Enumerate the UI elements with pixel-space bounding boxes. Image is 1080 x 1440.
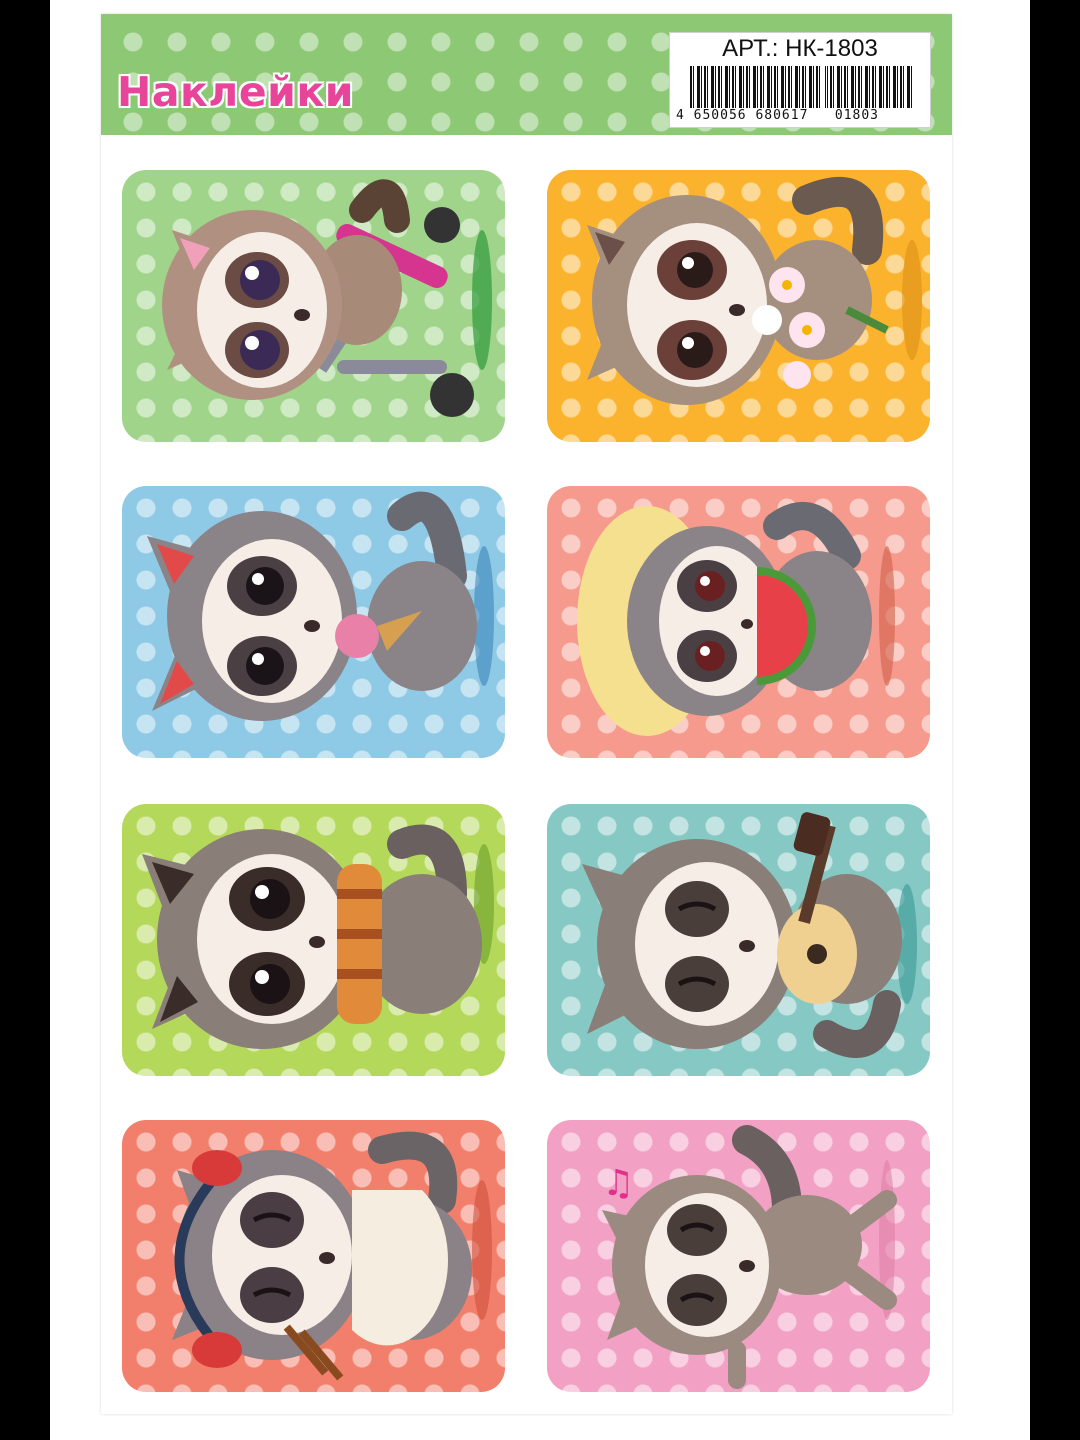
raccoon-noodles-icon (172, 1131, 492, 1381)
sticker-raccoon-watermelon[interactable] (547, 486, 930, 758)
right-bezel (1030, 0, 1080, 1440)
sticker-raccoon-scarf[interactable] (122, 804, 505, 1076)
raccoon-scarf-icon (142, 824, 494, 1049)
raccoon-ice-cream-icon (147, 491, 494, 721)
raccoon-guitar-icon (582, 812, 917, 1058)
sticker-raccoon-flowers[interactable] (547, 170, 930, 442)
sticker-raccoon-guitar[interactable] (547, 804, 930, 1076)
sticker-raccoon-scooter[interactable] (122, 170, 505, 442)
sticker-sheet: Наклейки АРТ.: НК-1803 4 650056 680617 0… (101, 14, 952, 1414)
header-banner: Наклейки АРТ.: НК-1803 4 650056 680617 0… (101, 14, 952, 135)
raccoon-watermelon-icon (577, 502, 895, 736)
music-note-icon: ♫ (602, 1163, 634, 1204)
sticker-raccoon-noodles[interactable] (122, 1120, 505, 1392)
product-label: АРТ.: НК-1803 4 650056 680617 01803 (669, 32, 931, 128)
left-bezel (0, 0, 50, 1440)
raccoon-flowers-icon (587, 176, 922, 405)
raccoon-scooter-icon (162, 179, 492, 417)
barcode-icon (690, 66, 912, 108)
sticker-raccoon-dancing[interactable]: ♫ (547, 1120, 930, 1392)
article-number: АРТ.: НК-1803 (722, 35, 878, 62)
barcode-digits: 4 650056 680617 01803 (676, 108, 880, 123)
sheet-title: Наклейки (117, 68, 354, 116)
sticker-raccoon-ice-cream[interactable] (122, 486, 505, 758)
raccoon-dancing-icon: ♫ (602, 1125, 897, 1389)
